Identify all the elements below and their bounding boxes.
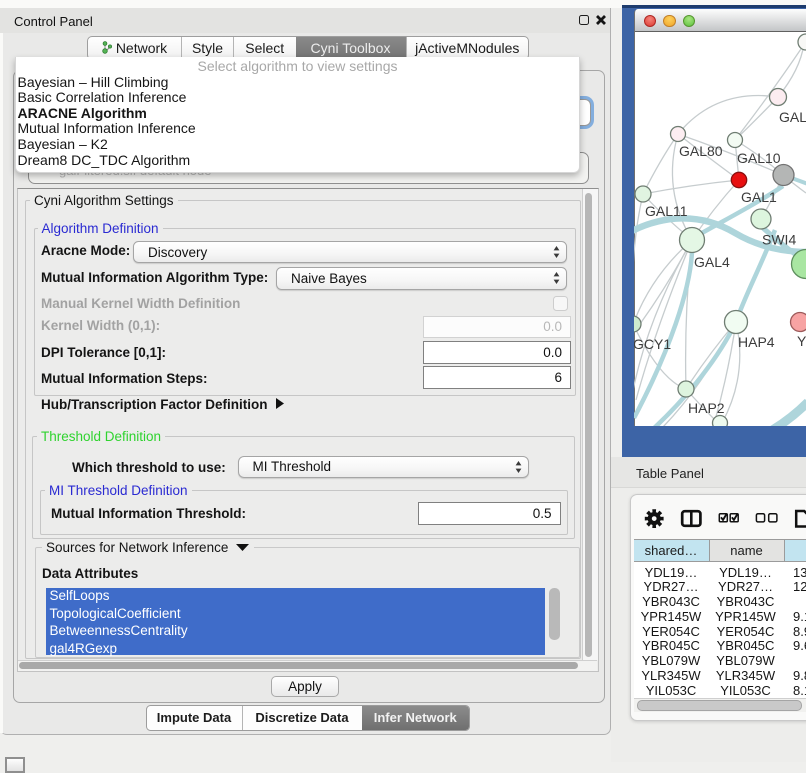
- svg-text:GAL4: GAL4: [694, 254, 730, 270]
- svg-text:GAL11: GAL11: [645, 203, 688, 219]
- svg-text:GAL10: GAL10: [737, 150, 781, 166]
- svg-text:GAL1: GAL1: [741, 189, 777, 205]
- svg-text:HAP2: HAP2: [688, 400, 725, 416]
- svg-text:SWI4: SWI4: [762, 232, 796, 248]
- svg-text:HAP4: HAP4: [738, 334, 775, 350]
- svg-text:GAL80: GAL80: [679, 143, 723, 159]
- svg-text:GCY1: GCY1: [634, 336, 671, 352]
- svg-text:GAL7: GAL7: [779, 109, 806, 125]
- svg-text:YD: YD: [797, 333, 806, 349]
